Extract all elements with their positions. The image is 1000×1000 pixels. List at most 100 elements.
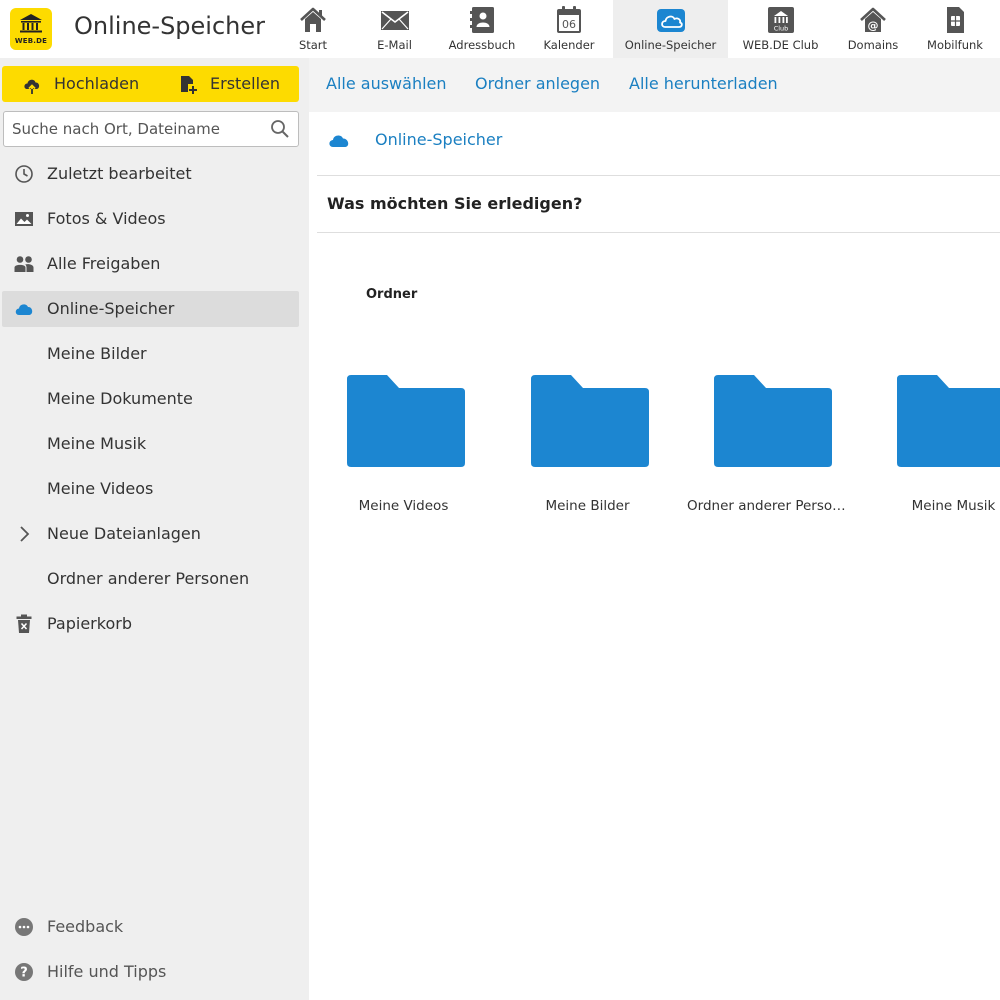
sidebar-item-label: Meine Dokumente xyxy=(47,389,193,408)
sidebar-item-meine-dokumente[interactable]: Meine Dokumente xyxy=(2,381,299,417)
nav-label: Adressbuch xyxy=(448,38,516,52)
nav-kalender[interactable]: 06 Kalender xyxy=(537,0,601,58)
cloud-icon xyxy=(656,9,685,32)
nav-label: Online-Speicher xyxy=(624,38,717,52)
sim-card-icon xyxy=(947,7,964,33)
logo-text: WEB.DE xyxy=(14,37,48,45)
add-file-icon xyxy=(181,76,197,94)
nav-label: WEB.DE Club xyxy=(742,38,819,52)
sidebar-item-meine-videos[interactable]: Meine Videos xyxy=(2,471,299,507)
folder-icon xyxy=(347,375,465,467)
folder-tile[interactable]: Meine Bilder xyxy=(496,370,679,530)
sidebar-item-papierkorb[interactable]: Papierkorb xyxy=(2,606,299,642)
task-prompt-title: Was möchten Sie erledigen? xyxy=(327,194,583,213)
search-box xyxy=(3,111,299,147)
folder-icon xyxy=(714,375,832,467)
sidebar-item-label: Ordner anderer Personen xyxy=(47,569,250,588)
sidebar-item-photos-videos[interactable]: Fotos & Videos xyxy=(2,201,299,237)
sidebar-item-recent[interactable]: Zuletzt bearbeitet xyxy=(2,156,299,192)
download-all-link[interactable]: Alle herunterladen xyxy=(629,74,778,93)
breadcrumb-online-speicher[interactable]: Online-Speicher xyxy=(375,130,502,149)
sidebar-item-online-speicher[interactable]: Online-Speicher xyxy=(2,291,299,327)
upload-label: Hochladen xyxy=(54,74,140,93)
nav-domains[interactable]: @ Domains xyxy=(838,0,908,58)
nav-webde-club[interactable]: Club WEB.DE Club xyxy=(733,0,828,58)
sidebar-item-label: Zuletzt bearbeitet xyxy=(47,164,192,183)
new-folder-link[interactable]: Ordner anlegen xyxy=(475,74,600,93)
breadcrumb: Online-Speicher xyxy=(317,112,1000,176)
sidebar-item-label: Neue Dateianlagen xyxy=(47,524,201,543)
upload-button[interactable]: Hochladen xyxy=(2,66,152,102)
svg-text:@: @ xyxy=(868,19,879,32)
nav-label: Start xyxy=(298,38,328,52)
app-header: WEB.DE Online-Speicher Start E-Mail Adre… xyxy=(0,0,1000,58)
cloud-icon xyxy=(329,135,349,147)
sidebar-item-help[interactable]: ? Hilfe und Tipps xyxy=(2,954,299,990)
chevron-right-icon[interactable] xyxy=(14,524,34,544)
sidebar-item-label: Meine Musik xyxy=(47,434,147,453)
sidebar-item-label: Feedback xyxy=(47,917,124,936)
folder-tile[interactable]: Meine Videos xyxy=(312,370,495,530)
app-title: Online-Speicher xyxy=(74,12,266,40)
sidebar-item-label: Meine Videos xyxy=(47,479,154,498)
club-icon: Club xyxy=(767,7,794,33)
search-icon[interactable] xyxy=(270,119,290,139)
nav-label: Kalender xyxy=(543,38,595,52)
folder-icon xyxy=(897,375,1000,467)
sidebar-item-label: Alle Freigaben xyxy=(47,254,161,273)
create-label: Erstellen xyxy=(210,74,281,93)
folder-name: Meine Bilder xyxy=(545,498,630,514)
calendar-date: 06 xyxy=(562,18,576,31)
sidebar-item-label: Online-Speicher xyxy=(47,299,175,318)
folder-name: Meine Musik xyxy=(911,498,996,514)
mail-icon xyxy=(380,11,409,30)
nav-start[interactable]: Start xyxy=(282,0,344,58)
folder-tile[interactable]: Meine Musik xyxy=(862,370,1000,530)
nav-online-speicher[interactable]: Online-Speicher xyxy=(613,0,728,58)
trash-icon xyxy=(16,614,32,633)
calendar-icon: 06 xyxy=(557,6,581,33)
nav-adressbuch[interactable]: Adressbuch xyxy=(442,0,522,58)
task-prompt: Was möchten Sie erledigen? xyxy=(317,176,1000,233)
sidebar-item-feedback[interactable]: Feedback xyxy=(2,909,299,945)
club-badge-text: Club xyxy=(773,25,788,33)
sidebar-item-label: Meine Bilder xyxy=(47,344,147,363)
sidebar: Hochladen Erstellen Zuletzt bearbeitet xyxy=(0,58,309,1000)
home-icon xyxy=(300,7,326,32)
address-book-icon xyxy=(470,7,494,33)
sidebar-item-label: Fotos & Videos xyxy=(47,209,166,228)
sidebar-item-shares[interactable]: Alle Freigaben xyxy=(2,246,299,282)
domains-icon: @ xyxy=(860,7,886,32)
cloud-icon xyxy=(15,304,33,315)
section-title-folders: Ordner xyxy=(366,287,418,302)
sidebar-item-ordner-anderer[interactable]: Ordner anderer Personen xyxy=(2,561,299,597)
nav-label: E-Mail xyxy=(377,38,412,52)
sidebar-item-meine-musik[interactable]: Meine Musik xyxy=(2,426,299,462)
svg-text:?: ? xyxy=(20,966,28,981)
image-icon xyxy=(15,212,33,226)
folder-name: Meine Videos xyxy=(358,498,449,514)
create-button[interactable]: Erstellen xyxy=(162,66,299,102)
nav-label: Domains xyxy=(847,38,899,52)
folder-name: Ordner anderer Personen xyxy=(687,498,854,514)
sidebar-item-label: Papierkorb xyxy=(47,614,132,633)
primary-action-bar: Hochladen Erstellen xyxy=(2,66,299,102)
people-icon xyxy=(14,256,34,272)
nav-mobilfunk[interactable]: Mobilfunk xyxy=(920,0,990,58)
webde-logo[interactable]: WEB.DE xyxy=(10,8,52,50)
search-input[interactable] xyxy=(12,112,260,146)
help-icon: ? xyxy=(15,963,33,981)
clock-icon xyxy=(15,165,33,183)
feedback-icon xyxy=(15,918,33,936)
sidebar-item-neue-dateianlagen[interactable]: Neue Dateianlagen xyxy=(2,516,299,552)
sidebar-item-label: Hilfe und Tipps xyxy=(47,962,167,981)
sidebar-item-meine-bilder[interactable]: Meine Bilder xyxy=(2,336,299,372)
select-all-link[interactable]: Alle auswählen xyxy=(326,74,447,93)
logo-building-icon xyxy=(20,14,42,33)
folder-icon xyxy=(531,375,649,467)
folder-tile[interactable]: Ordner anderer Personen xyxy=(679,370,862,530)
action-bar: Alle auswählen Ordner anlegen Alle herun… xyxy=(309,58,1000,112)
nav-email[interactable]: E-Mail xyxy=(362,0,427,58)
upload-cloud-icon xyxy=(24,79,40,94)
nav-label: Mobilfunk xyxy=(927,38,983,52)
